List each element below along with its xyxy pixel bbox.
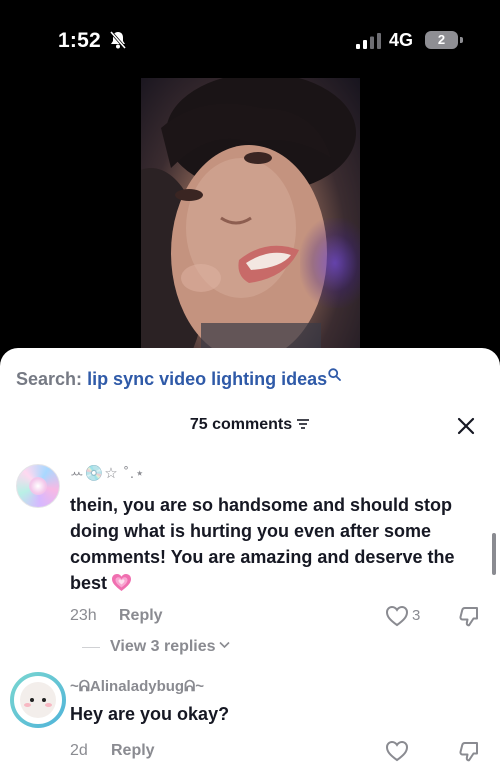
purple-light [300,218,360,308]
video-preview[interactable] [141,78,360,368]
scrollbar[interactable] [492,533,496,575]
replies-divider [82,647,100,648]
comment-username[interactable]: ꕀ💿☆ ˚.⋆ [70,464,145,482]
view-replies-button[interactable]: View 3 replies [110,638,230,656]
view-replies-label: View 3 replies [110,638,216,655]
chevron-down-icon [218,641,230,649]
bell-slash-icon [109,31,127,49]
comment-text: thein, you are so handsome and should st… [70,492,478,596]
search-icon [328,368,342,381]
growing-heart-emoji-icon [112,574,132,591]
search-label: Search: [16,369,83,389]
avatar-sparkle [29,477,47,495]
status-bar: 1:52 4G 2 [0,0,500,80]
comment-text: Hey are you okay? [70,704,230,724]
dislike-icon[interactable] [456,604,480,628]
comments-count-label: 75 comments [189,416,293,433]
battery-icon: 2 [425,31,458,49]
comment-time: 23h [70,607,97,624]
filter-icon[interactable] [296,418,310,430]
avatar-blush [45,703,52,707]
dislike-icon[interactable] [456,739,480,763]
signal-bars-icon [356,33,381,49]
reply-button[interactable]: Reply [111,742,155,760]
avatar[interactable] [16,464,60,508]
heart-icon[interactable] [385,740,409,762]
avatar-eye [30,698,34,702]
battery-nub [460,37,463,43]
status-time: 1:52 [58,29,101,52]
search-suggestion[interactable]: Search: lip sync video lighting ideas [16,368,342,390]
avatar[interactable] [10,672,66,728]
search-query[interactable]: lip sync video lighting ideas [87,369,327,389]
avatar-face [20,682,56,718]
comment-time: 2d [70,742,88,759]
comment-username[interactable]: ~ᕱAlinaladybugᕱ~ [70,678,204,695]
comments-count[interactable]: 75 comments [0,416,500,434]
heart-icon[interactable] [385,605,409,627]
close-icon[interactable] [456,416,476,436]
reply-button[interactable]: Reply [119,607,163,625]
avatar-blush [24,703,31,707]
battery-level: 2 [437,32,446,47]
avatar-ring [14,676,62,724]
like-count: 3 [412,607,421,624]
avatar-eye [42,698,46,702]
network-type: 4G [389,30,414,50]
